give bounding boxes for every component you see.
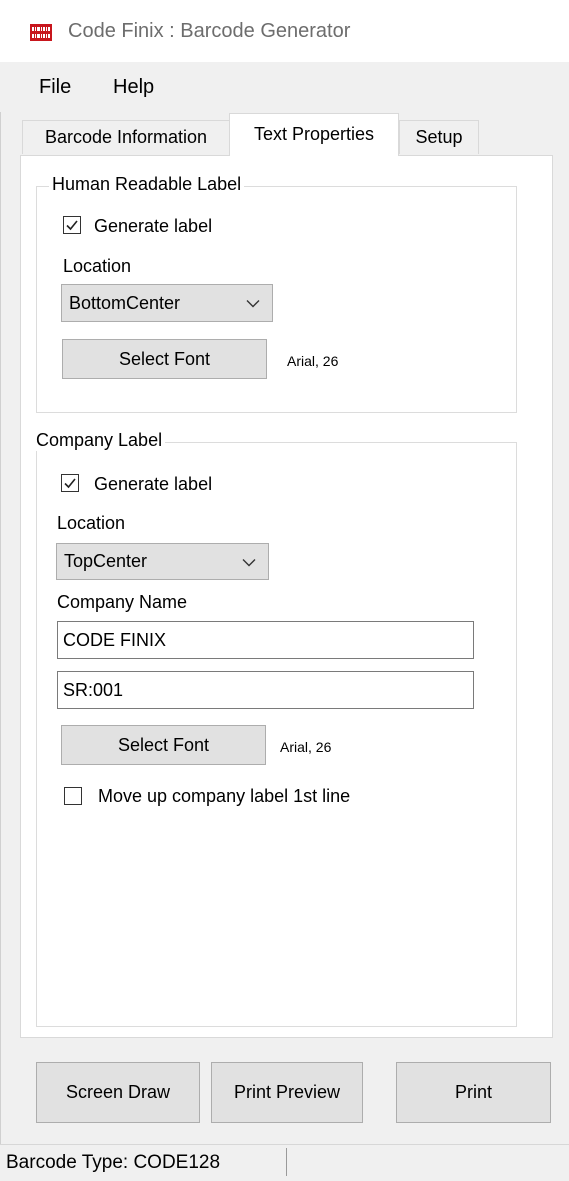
human-readable-group-title: Human Readable Label [49, 174, 245, 195]
company-second-line-input[interactable]: SR:001 [57, 671, 474, 709]
checkmark-icon [64, 478, 76, 489]
chevron-down-icon [242, 551, 256, 572]
print-preview-button[interactable]: Print Preview [211, 1062, 363, 1123]
company-name-label: Company Name [57, 592, 188, 612]
menu-file[interactable]: File [39, 76, 71, 99]
company-location-label: Location [57, 513, 126, 533]
barcode-type-status: Barcode Type: CODE128 [6, 1152, 221, 1173]
hr-generate-checkbox[interactable] [63, 216, 81, 234]
move-up-checkbox[interactable] [64, 787, 82, 805]
company-name-value: CODE FINIX [63, 629, 167, 650]
screen-draw-button[interactable]: Screen Draw [36, 1062, 200, 1123]
tab-setup[interactable]: Setup [399, 120, 479, 154]
company-second-line-value: SR:001 [63, 679, 124, 700]
barcode-app-icon [30, 24, 52, 41]
tab-barcode-information[interactable]: Barcode Information [22, 120, 230, 154]
company-generate-checkbox[interactable] [61, 474, 79, 492]
hr-location-value: BottomCenter [69, 292, 181, 313]
hr-location-select[interactable]: BottomCenter [61, 284, 273, 322]
company-label-group-title: Company Label [33, 430, 166, 451]
company-font-info: Arial, 26 [280, 739, 332, 755]
status-divider [286, 1148, 287, 1176]
window-border [0, 0, 1, 1181]
hr-font-info: Arial, 26 [287, 353, 339, 369]
hr-location-label: Location [63, 256, 132, 276]
menu-help[interactable]: Help [113, 76, 154, 99]
company-select-font-button[interactable]: Select Font [61, 725, 266, 765]
window-title: Code Finix : Barcode Generator [68, 20, 351, 42]
company-location-select[interactable]: TopCenter [56, 543, 269, 580]
tab-text-properties[interactable]: Text Properties [229, 113, 399, 156]
company-location-value: TopCenter [64, 551, 148, 571]
hr-select-font-button[interactable]: Select Font [62, 339, 267, 379]
company-name-input[interactable]: CODE FINIX [57, 621, 474, 659]
print-button[interactable]: Print [396, 1062, 551, 1123]
move-up-label: Move up company label 1st line [98, 786, 351, 806]
menu-bar [0, 62, 569, 112]
hr-generate-label: Generate label [94, 216, 213, 236]
checkmark-icon [66, 220, 78, 231]
chevron-down-icon [246, 293, 260, 314]
company-generate-label: Generate label [94, 474, 213, 494]
